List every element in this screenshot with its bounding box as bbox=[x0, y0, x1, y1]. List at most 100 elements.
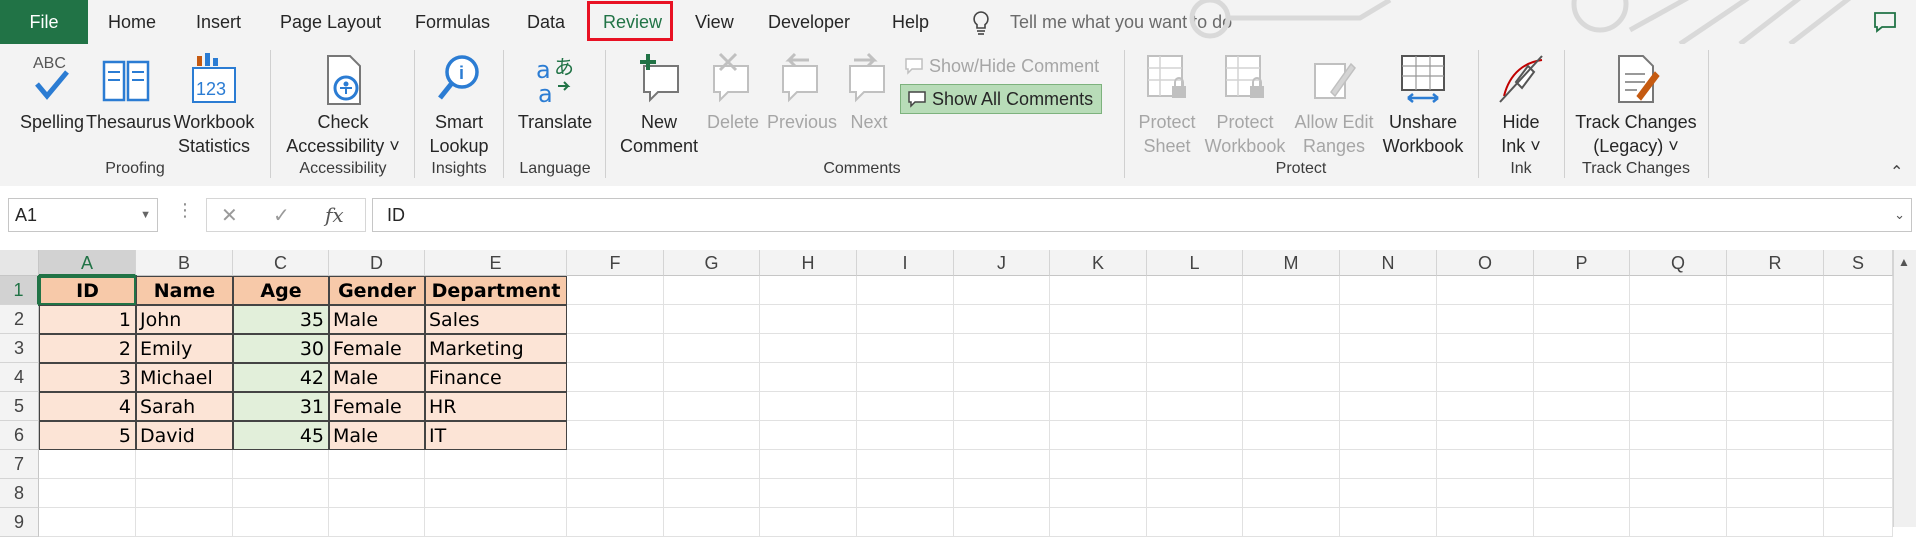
cell[interactable] bbox=[567, 276, 664, 305]
cell[interactable] bbox=[1534, 363, 1630, 392]
cell[interactable] bbox=[1727, 392, 1824, 421]
cell[interactable] bbox=[1147, 334, 1243, 363]
table-cell[interactable]: 3 bbox=[39, 363, 136, 392]
cell[interactable] bbox=[1243, 508, 1340, 537]
cell[interactable] bbox=[664, 392, 760, 421]
tab-data[interactable]: Data bbox=[527, 0, 565, 44]
cell[interactable] bbox=[1630, 392, 1727, 421]
cell[interactable] bbox=[954, 479, 1050, 508]
table-cell[interactable]: Female bbox=[329, 392, 425, 421]
cell[interactable] bbox=[1437, 305, 1534, 334]
name-box[interactable]: A1 ▼ bbox=[8, 198, 158, 232]
cell[interactable] bbox=[1824, 479, 1893, 508]
table-cell[interactable]: IT bbox=[425, 421, 567, 450]
cell[interactable] bbox=[1243, 363, 1340, 392]
table-cell[interactable]: HR bbox=[425, 392, 567, 421]
row-header-5[interactable]: 5 bbox=[0, 392, 39, 421]
column-header-p[interactable]: P bbox=[1534, 250, 1630, 276]
cell[interactable] bbox=[1147, 363, 1243, 392]
enter-icon[interactable]: ✓ bbox=[273, 203, 290, 228]
cell[interactable] bbox=[954, 508, 1050, 537]
cell[interactable] bbox=[1534, 421, 1630, 450]
row-header-9[interactable]: 9 bbox=[0, 508, 39, 537]
show-all-comments-button[interactable]: Show All Comments bbox=[900, 84, 1103, 114]
cell[interactable] bbox=[425, 479, 567, 508]
column-header-k[interactable]: K bbox=[1050, 250, 1147, 276]
cell[interactable] bbox=[664, 479, 760, 508]
cell[interactable] bbox=[1340, 421, 1437, 450]
cell[interactable] bbox=[954, 450, 1050, 479]
cell[interactable] bbox=[1437, 508, 1534, 537]
column-header-l[interactable]: L bbox=[1147, 250, 1243, 276]
track-changes-button[interactable]: Track Changes (Legacy) ˅ bbox=[1574, 52, 1698, 158]
cell[interactable] bbox=[1340, 392, 1437, 421]
cell[interactable] bbox=[39, 450, 136, 479]
cell[interactable] bbox=[760, 276, 857, 305]
cell[interactable] bbox=[1147, 508, 1243, 537]
cell[interactable] bbox=[760, 363, 857, 392]
cell[interactable] bbox=[1437, 479, 1534, 508]
cell[interactable] bbox=[1727, 421, 1824, 450]
column-header-g[interactable]: G bbox=[664, 250, 760, 276]
cell[interactable] bbox=[1050, 305, 1147, 334]
cell[interactable] bbox=[1534, 508, 1630, 537]
cell[interactable] bbox=[1534, 479, 1630, 508]
cell[interactable] bbox=[1437, 276, 1534, 305]
cell[interactable] bbox=[1630, 421, 1727, 450]
cell[interactable] bbox=[1340, 305, 1437, 334]
cell[interactable] bbox=[1824, 305, 1893, 334]
unshare-workbook-button[interactable]: Unshare Workbook bbox=[1378, 52, 1468, 158]
cell[interactable] bbox=[1340, 508, 1437, 537]
cell[interactable] bbox=[1630, 276, 1727, 305]
table-cell[interactable]: John bbox=[136, 305, 233, 334]
cell[interactable] bbox=[1243, 334, 1340, 363]
cell[interactable] bbox=[1437, 392, 1534, 421]
next-comment-button[interactable]: Next bbox=[840, 52, 898, 134]
cell[interactable] bbox=[1147, 479, 1243, 508]
cell[interactable] bbox=[1050, 421, 1147, 450]
cell[interactable] bbox=[1243, 479, 1340, 508]
cell[interactable] bbox=[857, 334, 954, 363]
cell[interactable] bbox=[1340, 363, 1437, 392]
more-options-icon[interactable]: ⋮ bbox=[176, 200, 194, 221]
cell[interactable] bbox=[567, 334, 664, 363]
expand-formula-bar-icon[interactable]: ⌄ bbox=[1894, 199, 1905, 231]
table-cell[interactable]: 1 bbox=[39, 305, 136, 334]
workbook-statistics-button[interactable]: 123 Workbook Statistics bbox=[172, 52, 256, 158]
cell[interactable] bbox=[1630, 508, 1727, 537]
cell[interactable] bbox=[857, 392, 954, 421]
table-cell[interactable]: Sarah bbox=[136, 392, 233, 421]
cell[interactable] bbox=[1727, 508, 1824, 537]
cell[interactable] bbox=[1243, 421, 1340, 450]
column-header-m[interactable]: M bbox=[1243, 250, 1340, 276]
cell[interactable] bbox=[1727, 363, 1824, 392]
cell[interactable] bbox=[664, 276, 760, 305]
cell[interactable] bbox=[136, 508, 233, 537]
cell[interactable] bbox=[1824, 392, 1893, 421]
cell[interactable] bbox=[567, 508, 664, 537]
cell[interactable] bbox=[329, 508, 425, 537]
cell[interactable] bbox=[1824, 334, 1893, 363]
cell[interactable] bbox=[567, 450, 664, 479]
row-header-1[interactable]: 1 bbox=[0, 276, 39, 305]
cell[interactable] bbox=[1437, 363, 1534, 392]
cell[interactable] bbox=[954, 276, 1050, 305]
cell[interactable] bbox=[760, 479, 857, 508]
tab-developer[interactable]: Developer bbox=[768, 0, 850, 44]
cell[interactable] bbox=[1050, 363, 1147, 392]
column-header-e[interactable]: E bbox=[425, 250, 567, 276]
cell[interactable] bbox=[664, 508, 760, 537]
cell[interactable] bbox=[1824, 276, 1893, 305]
cell[interactable] bbox=[1630, 334, 1727, 363]
row-header-3[interactable]: 3 bbox=[0, 334, 39, 363]
cell[interactable] bbox=[329, 479, 425, 508]
cell[interactable] bbox=[857, 363, 954, 392]
cell[interactable] bbox=[233, 479, 329, 508]
table-cell[interactable]: 5 bbox=[39, 421, 136, 450]
table-header-cell[interactable]: ID bbox=[38, 275, 137, 306]
table-cell[interactable]: 30 bbox=[233, 334, 329, 363]
scroll-up-icon[interactable]: ▲ bbox=[1898, 255, 1910, 269]
delete-comment-button[interactable]: Delete bbox=[700, 52, 766, 134]
cell[interactable] bbox=[857, 276, 954, 305]
protect-sheet-button[interactable]: Protect Sheet bbox=[1132, 52, 1202, 158]
